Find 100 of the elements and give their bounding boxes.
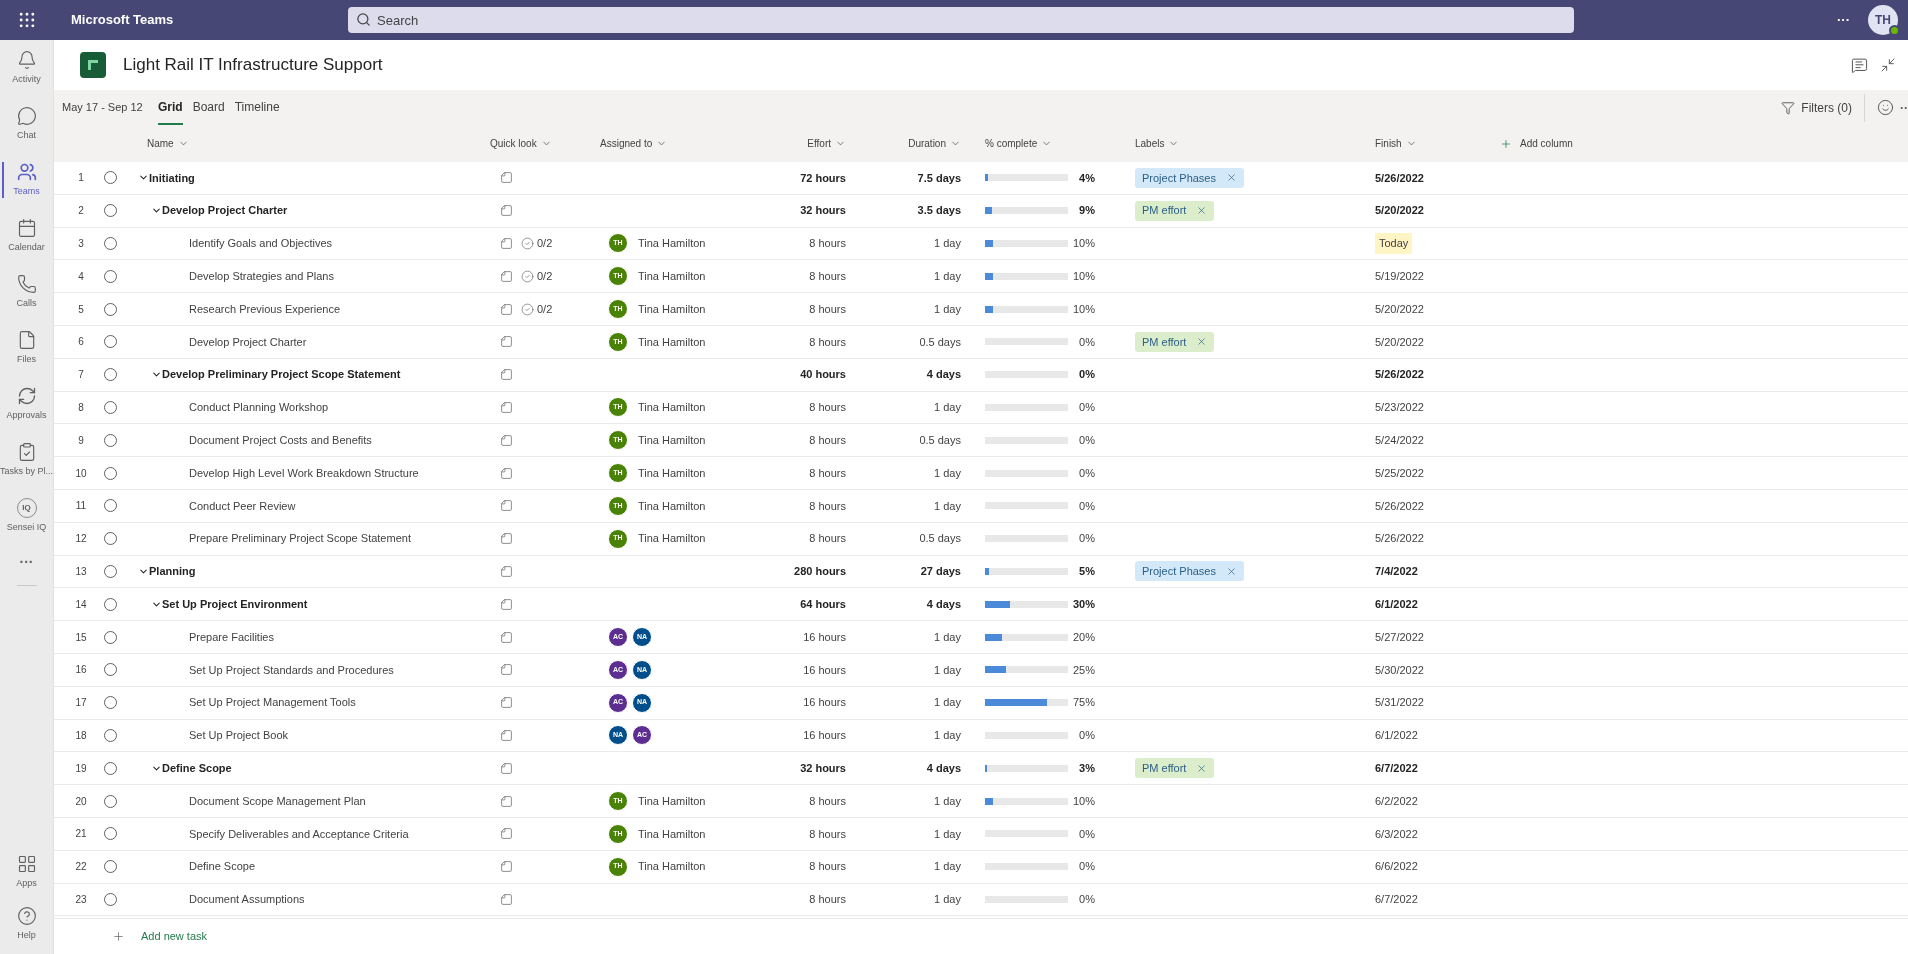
note-icon[interactable]: [500, 860, 513, 874]
remove-icon[interactable]: [1226, 565, 1237, 577]
plan-title: Light Rail IT Infrastructure Support: [123, 54, 383, 77]
task-name[interactable]: Document Scope Management Plan: [164, 792, 366, 810]
column-header[interactable]: Labels: [1105, 125, 1375, 162]
label-tag[interactable]: PM effort: [1135, 331, 1215, 352]
task-name[interactable]: Document Assumptions: [164, 891, 305, 908]
view-tab[interactable]: Timeline: [234, 90, 280, 125]
task-name[interactable]: Develop Project Charter: [162, 202, 288, 219]
task-name[interactable]: Develop Strategies and Plans: [164, 268, 334, 285]
add-task-button[interactable]: Add new task: [112, 928, 208, 945]
column-header[interactable]: Duration: [850, 125, 965, 162]
note-icon[interactable]: [500, 466, 513, 480]
note-icon[interactable]: [500, 335, 513, 349]
note-icon[interactable]: [500, 368, 513, 382]
label-tag[interactable]: PM effort: [1135, 758, 1215, 779]
note-icon[interactable]: [500, 728, 513, 742]
note-icon[interactable]: [500, 597, 513, 611]
task-name[interactable]: Prepare Preliminary Project Scope Statement: [164, 530, 411, 547]
finish-date: 5/20/2022: [1375, 203, 1424, 219]
collapse-icon[interactable]: [1880, 57, 1896, 73]
assignee-name: Tina Hamilton: [638, 498, 706, 514]
note-icon[interactable]: [500, 532, 513, 546]
row-number: 17: [74, 696, 88, 711]
task-name[interactable]: Set Up Project Standards and Procedures: [164, 661, 394, 679]
remove-icon[interactable]: [1196, 762, 1208, 774]
task-name[interactable]: Develop Project Charter: [164, 333, 307, 351]
sidebar-item[interactable]: Calls: [0, 264, 53, 320]
more-button[interactable]: ···: [1837, 10, 1850, 30]
task-name[interactable]: Conduct Peer Review: [164, 497, 296, 515]
app-launcher-icon[interactable]: [17, 10, 37, 30]
note-icon[interactable]: [500, 269, 513, 283]
view-tab[interactable]: Grid: [158, 90, 183, 125]
sidebar-item[interactable]: Teams: [0, 152, 53, 208]
sidebar-item[interactable]: Help: [0, 898, 53, 950]
sidebar-item[interactable]: Tasks by Pl...: [0, 432, 53, 488]
column-header[interactable]: Effort: [760, 125, 850, 162]
sidebar-item[interactable]: Calendar: [0, 208, 53, 264]
task-name[interactable]: Set Up Project Management Tools: [164, 694, 356, 711]
task-name[interactable]: Develop Preliminary Project Scope Statement: [162, 366, 401, 383]
circular-arrow-icon: [16, 385, 37, 406]
note-icon[interactable]: [500, 630, 513, 644]
task-name[interactable]: Set Up Project Environment: [162, 596, 308, 613]
task-name[interactable]: Develop High Level Work Breakdown Structure: [164, 464, 419, 482]
column-header[interactable]: % complete: [985, 125, 1105, 162]
task-name[interactable]: Conduct Planning Workshop: [164, 399, 329, 416]
task-name[interactable]: Define Scope: [164, 858, 256, 875]
remove-icon[interactable]: [1226, 172, 1237, 184]
label-tag[interactable]: Project Phases: [1135, 167, 1244, 188]
conversation-icon[interactable]: [1851, 56, 1868, 74]
label-tag[interactable]: PM effort: [1135, 200, 1215, 221]
sidebar-item[interactable]: IQ Sensei IQ: [0, 488, 53, 544]
sidebar-item[interactable]: Files: [0, 320, 53, 376]
note-icon[interactable]: [500, 892, 513, 906]
note-icon[interactable]: [500, 302, 513, 316]
note-icon[interactable]: [500, 827, 513, 841]
task-name[interactable]: Initiating: [149, 169, 195, 187]
view-tab[interactable]: Board: [192, 90, 225, 125]
note-icon[interactable]: [500, 794, 513, 808]
sidebar-item[interactable]: Chat: [0, 96, 53, 152]
filters-button[interactable]: Filters (0): [1781, 93, 1865, 122]
more-options-button[interactable]: ··: [1900, 98, 1908, 117]
duration-value: 4 days: [925, 761, 962, 776]
note-icon[interactable]: [500, 663, 513, 677]
remove-icon[interactable]: [1196, 205, 1208, 217]
column-header[interactable]: Assigned to: [600, 125, 760, 162]
effort-value: 8 hours: [808, 892, 847, 908]
note-icon[interactable]: [500, 696, 513, 710]
note-icon[interactable]: [500, 204, 513, 218]
task-name[interactable]: Specify Deliverables and Acceptance Criteria: [164, 825, 409, 843]
column-header[interactable]: Name: [135, 125, 490, 162]
note-icon[interactable]: [500, 433, 513, 447]
task-name[interactable]: Document Project Costs and Benefits: [164, 432, 372, 449]
task-name[interactable]: Planning: [149, 563, 196, 580]
note-icon[interactable]: [500, 499, 513, 513]
task-name[interactable]: Define Scope: [162, 760, 232, 777]
task-name[interactable]: Set Up Project Book: [164, 727, 289, 744]
effort-value: 280 hours: [793, 564, 847, 580]
note-icon[interactable]: [500, 761, 513, 775]
note-icon[interactable]: [500, 171, 513, 185]
sidebar-item[interactable]: Approvals: [0, 376, 53, 432]
note-icon[interactable]: [500, 400, 513, 414]
checklist-count: 0/2: [537, 301, 553, 317]
column-header[interactable]: Finish: [1375, 125, 1490, 162]
user-avatar[interactable]: TH: [1868, 5, 1898, 35]
note-icon[interactable]: [500, 237, 513, 250]
add-column-button[interactable]: Add column: [1490, 125, 1908, 162]
column-header[interactable]: Quick look: [490, 125, 600, 162]
label-tag[interactable]: Project Phases: [1135, 561, 1244, 582]
task-name[interactable]: Prepare Facilities: [164, 628, 274, 646]
sidebar-item[interactable]: Apps: [0, 846, 53, 898]
remove-icon[interactable]: [1196, 336, 1208, 348]
smiley-icon[interactable]: [1877, 99, 1894, 116]
task-name[interactable]: Research Previous Experience: [164, 300, 341, 318]
more-apps-button[interactable]: ···: [19, 552, 34, 573]
row-number: 2: [77, 204, 85, 219]
sidebar-item[interactable]: Activity: [0, 40, 53, 96]
task-name[interactable]: Identify Goals and Objectives: [164, 235, 333, 252]
note-icon[interactable]: [500, 564, 513, 578]
search-field[interactable]: Search: [348, 7, 1574, 33]
